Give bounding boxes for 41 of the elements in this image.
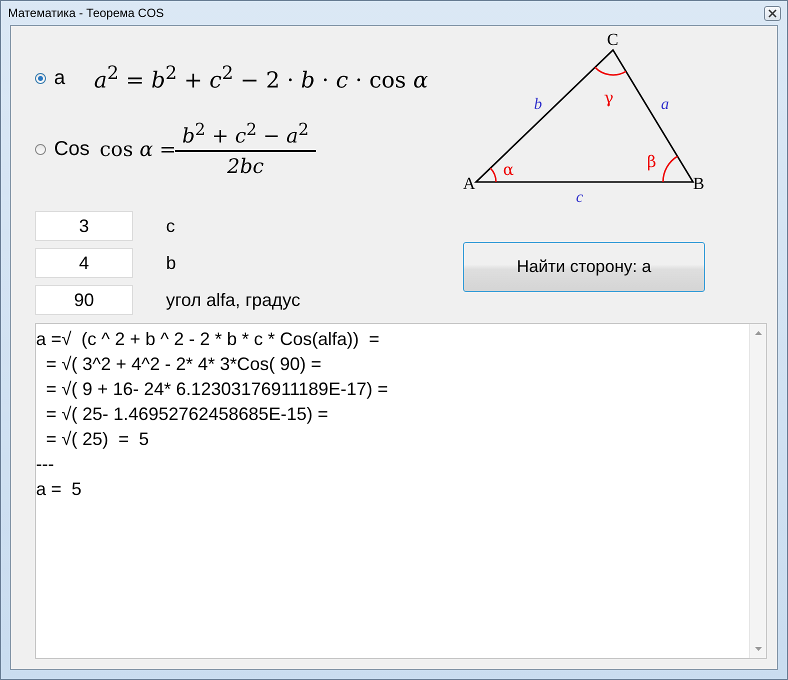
formula: a$^{2}$ = b$^{2}$ + c$^{2}$ − 2 · b · c · cos α — [94, 62, 428, 94]
find-button[interactable]: Найти сторону: a — [463, 242, 705, 292]
radio-label[interactable]: Cos — [54, 138, 90, 160]
input-field[interactable]: 4 — [35, 248, 133, 278]
output-line: = √( 3^2 + 4^2 - 2* 4* 3*Cos( 90) = — [45, 353, 322, 376]
angle-arc — [490, 168, 497, 182]
output-line: = √( 25) = 5 — [45, 428, 150, 451]
output-line: --- — [36, 453, 55, 476]
side-label: a — [661, 96, 669, 113]
angle-label: β — [647, 152, 656, 171]
field-label: угол alfa, градус — [166, 290, 300, 310]
angle-arc — [662, 156, 678, 182]
field-label: c — [166, 216, 175, 236]
close-button[interactable] — [764, 6, 781, 20]
output-line: a = 5 — [36, 478, 83, 501]
radio-button[interactable] — [35, 72, 46, 84]
scroll-up-icon[interactable] — [754, 331, 762, 335]
fraction-denominator: 2bc — [227, 154, 264, 178]
field-label: b — [166, 252, 176, 274]
angle-label: γ — [604, 88, 614, 107]
fraction-numerator: b$^{2}$ + c$^{2}$ − a$^{2}$ — [182, 120, 309, 148]
radio-button[interactable] — [35, 144, 46, 154]
angle-label: α — [503, 160, 514, 179]
vertex-label: C — [607, 30, 618, 49]
close-icon[interactable] — [768, 8, 777, 18]
output-line: = √( 25- 1.46952762458685E-15) = — [45, 403, 330, 426]
side-label: c — [576, 189, 584, 206]
side-label: b — [534, 96, 542, 113]
output-line: = √( 9 + 16- 24* 6.12303176911189E-17) = — [45, 378, 389, 401]
scrollbar[interactable] — [749, 324, 766, 658]
radio-label[interactable]: a — [54, 66, 88, 90]
input-field[interactable]: 3 — [35, 211, 133, 241]
vertex-label: A — [463, 174, 476, 193]
scroll-down-icon[interactable] — [754, 647, 762, 651]
input-field[interactable]: 90 — [35, 285, 133, 315]
window-title: Математика - Теорема COS — [8, 6, 164, 20]
vertex-label: B — [693, 174, 704, 193]
output-line: a =√ (c ^ 2 + b ^ 2 - 2 * b * c * Cos(alfa)) = — [36, 328, 380, 351]
formula-lhs: cos α = — [100, 137, 176, 161]
output-text-area[interactable]: a =√ (c ^ 2 + b ^ 2 - 2 * b * c * Cos(alfa)) = = √( 3^2 + 4^2 - 2* 4* 3*Cos( 90) = = √( 9 + 16- 24* 6.12303176911189E-17) = = √( 25- 1.46952762458685E-15) = = √( 25) = 5 --- a = 5 — [35, 323, 767, 659]
angle-arc — [594, 66, 626, 76]
